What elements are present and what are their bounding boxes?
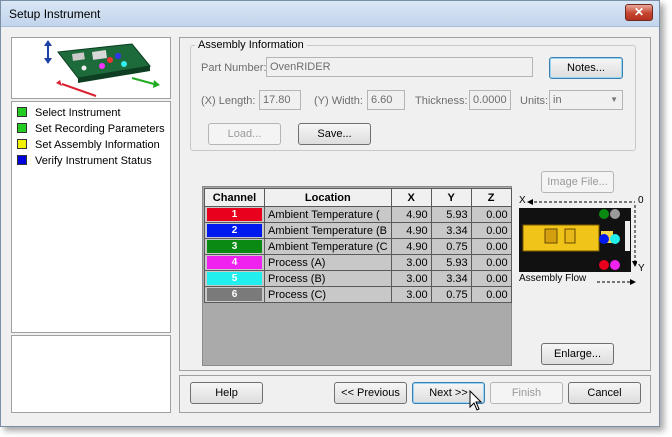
table-row[interactable]: 5 Process (B) 3.00 3.34 0.00 xyxy=(204,270,512,287)
cancel-button[interactable]: Cancel xyxy=(568,382,641,404)
y-cell[interactable]: 5.93 xyxy=(430,254,472,271)
mouse-cursor-icon xyxy=(469,390,483,411)
enlarge-button[interactable]: Enlarge... xyxy=(541,343,614,365)
step-description-panel xyxy=(11,335,171,413)
table-row[interactable]: 2 Ambient Temperature (B 4.90 3.34 0.00 xyxy=(204,222,512,239)
step-status-icon xyxy=(17,139,27,149)
y-cell[interactable]: 0.75 xyxy=(430,286,472,303)
units-value: in xyxy=(553,94,562,106)
axis-origin-label: 0 xyxy=(638,195,644,206)
thickness-label: Thickness: xyxy=(415,95,468,107)
y-cell[interactable]: 5.93 xyxy=(430,206,472,223)
notes-button[interactable]: Notes... xyxy=(549,57,623,79)
table-row[interactable]: 1 Ambient Temperature ( 4.90 5.93 0.00 xyxy=(204,206,512,223)
channel-swatch: 1 xyxy=(207,208,262,221)
step-status-icon xyxy=(17,107,27,117)
step-set-assembly-information: Set Assembly Information xyxy=(17,139,160,151)
y-cell[interactable]: 3.34 xyxy=(430,222,472,239)
part-number-label: Part Number: xyxy=(201,62,267,74)
z-cell[interactable]: 0.00 xyxy=(470,206,512,223)
channel-cell[interactable]: 4 xyxy=(204,254,265,271)
table-header-row: Channel Location X Y Z xyxy=(204,188,512,207)
assembly-flow-arrow-icon xyxy=(597,279,636,285)
z-cell[interactable]: 0.00 xyxy=(470,270,512,287)
help-button[interactable]: Help xyxy=(190,382,263,404)
location-cell[interactable]: Process (C) xyxy=(264,286,392,303)
channel-cell[interactable]: 6 xyxy=(204,286,265,303)
table-row[interactable]: 6 Process (C) 3.00 0.75 0.00 xyxy=(204,286,512,303)
chevron-down-icon: ▼ xyxy=(610,95,618,104)
table-row[interactable]: 3 Ambient Temperature (C 4.90 0.75 0.00 xyxy=(204,238,512,255)
y-cell[interactable]: 3.34 xyxy=(430,270,472,287)
axis-y-label: Y xyxy=(638,263,645,274)
step-select-instrument: Select Instrument xyxy=(17,107,121,119)
instrument-board-image xyxy=(44,40,160,97)
header-z[interactable]: Z xyxy=(470,188,512,207)
units-select[interactable]: in ▼ xyxy=(549,90,623,110)
step-status-icon xyxy=(17,123,27,133)
x-cell[interactable]: 3.00 xyxy=(390,254,432,271)
assembly-preview-image[interactable] xyxy=(517,197,637,277)
x-cell[interactable]: 3.00 xyxy=(390,286,432,303)
part-number-field[interactable]: OvenRIDER xyxy=(266,57,533,77)
steps-panel: Select Instrument Set Recording Paramete… xyxy=(11,101,171,333)
location-cell[interactable]: Process (B) xyxy=(264,270,392,287)
window-title: Setup Instrument xyxy=(9,7,101,21)
width-field[interactable]: 6.60 xyxy=(367,90,405,110)
title-bar[interactable]: Setup Instrument ✕ xyxy=(1,1,659,27)
close-icon: ✕ xyxy=(633,5,645,19)
save-button[interactable]: Save... xyxy=(298,123,371,145)
image-file-button[interactable]: Image File... xyxy=(541,171,614,193)
x-cell[interactable]: 4.90 xyxy=(390,206,432,223)
channel-table: Channel Location X Y Z 1 Ambient Tempera… xyxy=(204,188,512,303)
y-cell[interactable]: 0.75 xyxy=(430,238,472,255)
z-cell[interactable]: 0.00 xyxy=(470,238,512,255)
step-set-recording-parameters: Set Recording Parameters xyxy=(17,123,165,135)
instrument-image-panel xyxy=(11,37,171,99)
channel-swatch: 2 xyxy=(207,224,262,237)
z-cell[interactable]: 0.00 xyxy=(470,222,512,239)
location-cell[interactable]: Process (A) xyxy=(264,254,392,271)
length-field[interactable]: 17.80 xyxy=(259,90,301,110)
header-channel[interactable]: Channel xyxy=(204,188,265,207)
units-label: Units: xyxy=(520,95,549,107)
table-row[interactable]: 4 Process (A) 3.00 5.93 0.00 xyxy=(204,254,512,271)
location-cell[interactable]: Ambient Temperature (B xyxy=(264,222,392,239)
finish-button[interactable]: Finish xyxy=(490,382,563,404)
location-cell[interactable]: Ambient Temperature (C xyxy=(264,238,392,255)
load-button[interactable]: Load... xyxy=(208,123,281,145)
header-location[interactable]: Location xyxy=(264,188,392,207)
assembly-group-title: Assembly Information xyxy=(195,39,307,51)
channel-swatch: 6 xyxy=(207,288,262,301)
header-x[interactable]: X xyxy=(390,188,432,207)
thickness-field[interactable]: 0.0000 xyxy=(469,90,511,110)
channel-cell[interactable]: 5 xyxy=(204,270,265,287)
length-label: (X) Length: xyxy=(201,95,256,107)
z-cell[interactable]: 0.00 xyxy=(470,254,512,271)
channel-swatch: 4 xyxy=(207,256,262,269)
header-y[interactable]: Y xyxy=(430,188,472,207)
channel-swatch: 5 xyxy=(207,272,262,285)
step-status-icon xyxy=(17,155,27,165)
x-cell[interactable]: 4.90 xyxy=(390,222,432,239)
channel-cell[interactable]: 3 xyxy=(204,238,265,255)
channel-cell[interactable]: 2 xyxy=(204,222,265,239)
step-verify-instrument-status: Verify Instrument Status xyxy=(17,155,152,167)
assembly-flow-label: Assembly Flow xyxy=(519,273,587,284)
channel-swatch: 3 xyxy=(207,240,262,253)
z-cell[interactable]: 0.00 xyxy=(470,286,512,303)
width-label: (Y) Width: xyxy=(314,95,363,107)
setup-instrument-window: Setup Instrument ✕ Select Instrument Set… xyxy=(0,0,660,427)
x-cell[interactable]: 3.00 xyxy=(390,270,432,287)
previous-button[interactable]: << Previous xyxy=(334,382,407,404)
close-button[interactable]: ✕ xyxy=(625,4,653,21)
x-cell[interactable]: 4.90 xyxy=(390,238,432,255)
location-cell[interactable]: Ambient Temperature ( xyxy=(264,206,392,223)
channel-cell[interactable]: 1 xyxy=(204,206,265,223)
